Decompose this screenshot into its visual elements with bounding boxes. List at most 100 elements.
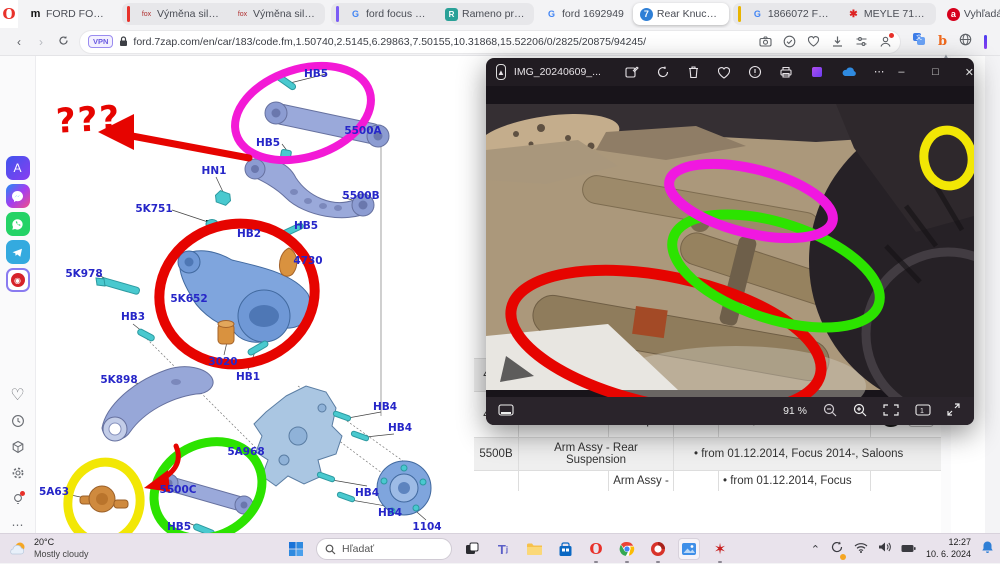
part-label-hn1[interactable]: HN1 [202,165,227,177]
snapshot-camera-icon[interactable] [759,35,772,48]
browser-tab[interactable]: Gford focus 201 [342,3,438,25]
wifi-icon[interactable] [854,540,868,558]
favorite-heart-icon[interactable] [717,66,731,79]
tab-group-purple[interactable]: Gford focus 201RRameno pre F [331,3,534,25]
weather-widget[interactable]: 20°C Mostly cloudy [0,537,200,560]
taskbar-clock[interactable]: 12:27 10. 6. 2024 [926,537,971,560]
photos-maximize-button[interactable]: □ [918,66,952,79]
info-icon[interactable] [748,65,762,79]
aria-ai-icon[interactable]: A [6,156,30,180]
part-label-hb5[interactable]: HB5 [294,220,318,232]
edit-image-icon[interactable] [625,65,639,79]
part-label-5k978[interactable]: 5K978 [65,268,102,280]
microsoft-store-icon[interactable] [554,538,576,560]
part-label-5k652[interactable]: 5K652 [170,293,207,305]
part-label-hb4[interactable]: HB4 [388,422,412,434]
part-label-hb1[interactable]: HB1 [236,371,260,383]
rotate-icon[interactable] [656,65,670,79]
browser-tab[interactable]: mFORD FOCUS [22,3,118,25]
more-options-icon[interactable]: ⋯ [874,66,885,78]
onedrive-cloud-icon[interactable] [841,66,857,78]
file-explorer-icon[interactable] [523,538,545,560]
part-label-hb5[interactable]: HB5 [256,137,280,149]
sidebar-red-app-icon[interactable]: ◉ [6,268,30,292]
part-label-5500a[interactable]: 5500A [344,125,381,137]
notification-bell-icon[interactable] [981,540,994,559]
back-button[interactable]: ‹ [8,35,30,49]
tab-group-indicator[interactable] [336,6,339,22]
browser-tab[interactable]: aVyhľadávanie [940,3,1000,25]
part-label-hb5[interactable]: HB5 [167,521,191,533]
tab-group-indicator[interactable] [738,6,741,22]
download-icon[interactable] [831,35,844,48]
browser-tab[interactable]: 7Rear Knuckle And Susp [633,3,729,25]
browser-tab[interactable]: foxVýměna silent [229,3,325,25]
browser-tab[interactable]: foxVýměna silent [133,3,229,25]
part-label-5a968[interactable]: 5A968 [227,446,264,458]
reader-check-icon[interactable] [783,35,796,48]
settings-sliders-icon[interactable] [855,35,868,48]
part-label-5500c[interactable]: 5500C [160,484,197,496]
browser-tab[interactable]: ✱MEYLE 716 05 [840,3,936,25]
part-label-5500b[interactable]: 5500B [342,190,379,202]
zoom-out-icon[interactable] [823,403,837,420]
filmstrip-toggle-icon[interactable] [498,404,514,419]
photos-close-button[interactable]: ✕ [952,66,974,79]
tab-group-yellow[interactable]: G1866072 FORD✱MEYLE 716 05 [733,3,936,25]
messenger-icon[interactable] [6,184,30,208]
profile-icon[interactable] [879,35,892,48]
sidebar-toggle-bar[interactable] [984,35,987,49]
address-bar[interactable]: VPN ford.7zap.com/en/car/183/code.fm,1.5… [80,31,900,53]
chrome-taskbar-icon[interactable] [616,538,638,560]
translate-extension-icon[interactable]: 文 [912,32,926,51]
red-browser-icon[interactable] [647,538,669,560]
part-label-3020[interactable]: 3020 [208,356,237,368]
actual-size-icon[interactable]: 1 [915,404,931,419]
zoom-in-icon[interactable] [853,403,867,420]
photos-taskbar-icon[interactable] [678,538,700,560]
bookmarks-heart-icon[interactable]: ♡ [10,387,24,403]
telegram-icon[interactable] [6,240,30,264]
tray-chevron-icon[interactable]: ⌃ [811,543,820,556]
update-sync-icon[interactable] [830,540,844,559]
part-label-hb4[interactable]: HB4 [373,401,397,413]
part-label-5a63[interactable]: 5A63 [39,486,69,498]
photo-editor-star-icon[interactable]: ✶ [709,538,731,560]
reload-button[interactable] [52,35,74,49]
bookmark-heart-icon[interactable] [807,35,820,48]
delete-icon[interactable] [687,65,700,79]
opera-taskbar-icon[interactable]: O [585,538,607,560]
gallery-icon[interactable] [810,65,824,79]
tab-group-red[interactable]: foxVýměna silentfoxVýměna silent [122,3,325,25]
fullscreen-icon[interactable] [947,403,960,419]
sidebar-more-icon[interactable]: ⋯ [12,517,24,533]
extensions-cube-icon[interactable] [11,439,25,455]
globe-extension-icon[interactable] [959,33,972,51]
browser-tab[interactable]: Gford 1692949 [538,3,631,25]
part-label-hb4[interactable]: HB4 [355,487,379,499]
browser-tab[interactable]: RRameno pre F [438,3,534,25]
teams-icon[interactable]: Tj [492,538,514,560]
pinboard-bulb-icon[interactable] [11,491,25,507]
part-label-5k898[interactable]: 5K898 [100,374,137,386]
part-label-1104[interactable]: 1104 [412,521,441,533]
settings-gear-icon[interactable] [11,465,25,481]
battery-icon[interactable] [901,540,916,558]
part-label-hb2[interactable]: HB2 [237,228,261,240]
part-label-hb3[interactable]: HB3 [121,311,145,323]
volume-icon[interactable] [878,540,891,558]
tab-group-indicator[interactable] [127,6,130,22]
vpn-badge[interactable]: VPN [88,35,113,48]
forward-button[interactable]: › [30,35,52,49]
b-extension-icon[interactable]: b [938,34,947,49]
fit-to-window-icon[interactable] [883,404,899,419]
task-view-button[interactable] [461,538,483,560]
part-label-4730[interactable]: 4730 [293,255,322,267]
whatsapp-icon[interactable] [6,212,30,236]
table-row[interactable]: 5500B Arm Assy - Rear Suspension • from … [474,438,941,471]
history-icon[interactable] [11,413,25,429]
photos-minimize-button[interactable]: – [884,66,918,79]
photos-title-bar[interactable]: ▲ IMG_20240609_... ⋯ – □ ✕ [486,58,974,86]
start-button[interactable] [285,538,307,560]
print-icon[interactable] [779,65,793,79]
